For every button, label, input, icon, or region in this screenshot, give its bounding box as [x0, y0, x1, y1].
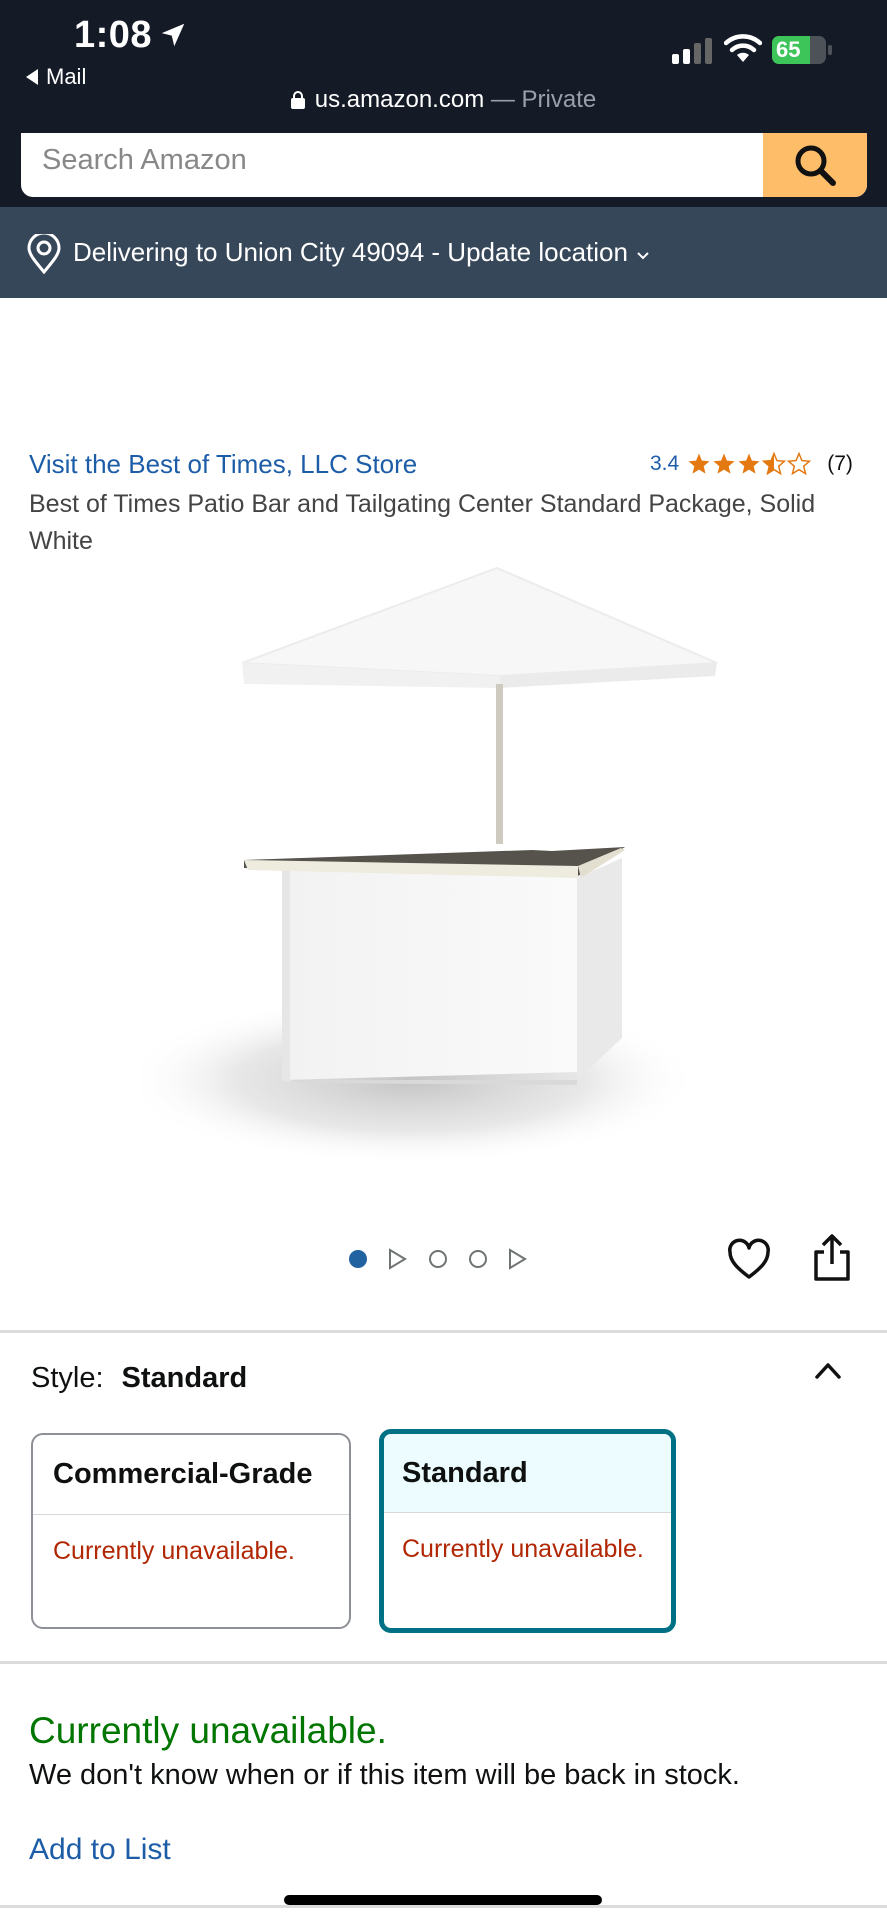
availability-message: We don't know when or if this item will … [29, 1759, 740, 1791]
status-time: 1:08 [74, 14, 153, 56]
section-divider [0, 1661, 887, 1664]
rating-summary[interactable]: 3.4 (7) [650, 452, 853, 476]
chevron-down-icon [637, 252, 649, 260]
search-button[interactable] [763, 133, 867, 197]
style-selected-value: Standard [121, 1362, 248, 1394]
carousel-video-icon[interactable] [389, 1248, 407, 1270]
location-arrow-icon [161, 23, 185, 47]
star-icon [713, 453, 735, 474]
star-icon [738, 453, 760, 474]
wifi-icon [724, 34, 762, 62]
style-label: Style: [31, 1362, 104, 1394]
delivery-location-bar[interactable]: Delivering to Union City 49094 - Update … [0, 207, 887, 298]
share-icon[interactable] [812, 1234, 852, 1282]
star-half-icon [762, 452, 787, 476]
search-icon [795, 145, 836, 186]
signal-icon [672, 38, 712, 64]
search-input[interactable] [42, 135, 782, 185]
status-bar: 1:08 Mail 65 us.amazon.com — Private [0, 0, 887, 133]
caret-up-icon[interactable] [812, 1358, 844, 1382]
delivery-location-text: Delivering to Union City 49094 - Update … [73, 237, 650, 268]
style-option-commercial-grade[interactable]: Commercial-Grade Currently unavailable. [31, 1433, 351, 1629]
battery-level: 65 [776, 37, 801, 62]
style-option-name: Standard [384, 1434, 671, 1513]
carousel-dot[interactable] [469, 1250, 487, 1268]
heart-icon[interactable] [727, 1238, 771, 1282]
carousel-video-icon[interactable] [509, 1248, 527, 1270]
style-option-standard[interactable]: Standard Currently unavailable. [379, 1429, 676, 1633]
url-text: us.amazon.com [314, 86, 485, 113]
product-title: Best of Times Patio Bar and Tailgating C… [29, 490, 816, 555]
style-option-name: Commercial-Grade [33, 1435, 349, 1515]
style-selector-header: Style: Standard [31, 1362, 247, 1395]
search-box [21, 133, 867, 197]
store-link[interactable]: Visit the Best of Times, LLC Store [29, 449, 417, 480]
home-indicator[interactable] [284, 1895, 602, 1905]
section-divider [0, 1330, 887, 1333]
section-divider [0, 1905, 887, 1908]
image-carousel-indicators[interactable] [348, 1245, 538, 1273]
back-arrow-icon [26, 69, 38, 85]
address-bar[interactable]: us.amazon.com — Private [0, 86, 887, 114]
star-empty-icon [787, 452, 812, 476]
search-bar [0, 133, 887, 207]
product-image[interactable] [140, 560, 750, 1180]
rating-count: (7) [827, 452, 853, 475]
star-icon [688, 453, 710, 474]
availability-status: Currently unavailable. [29, 1710, 387, 1751]
lock-icon [290, 91, 305, 109]
location-pin-icon [27, 234, 61, 274]
add-to-list-link[interactable]: Add to List [29, 1833, 171, 1867]
private-mode-label: — Private [484, 86, 597, 113]
carousel-dot[interactable] [429, 1250, 447, 1268]
style-option-status: Currently unavailable. [402, 1535, 644, 1563]
style-option-status: Currently unavailable. [53, 1537, 295, 1565]
rating-stars [687, 452, 812, 476]
rating-value: 3.4 [650, 452, 680, 475]
delivery-location-label: Delivering to Union City 49094 - Update … [73, 237, 628, 267]
carousel-dot-active[interactable] [349, 1250, 367, 1268]
